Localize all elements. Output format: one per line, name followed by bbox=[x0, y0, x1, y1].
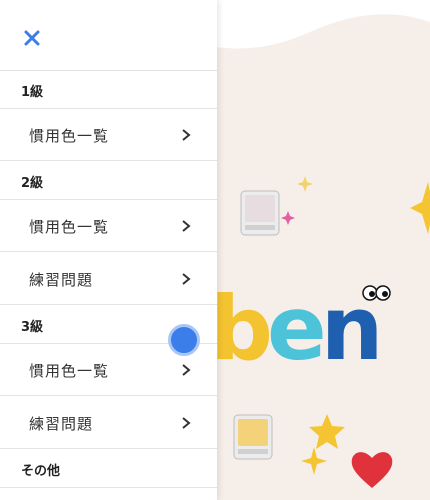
close-icon bbox=[24, 30, 40, 46]
chevron-right-icon bbox=[182, 417, 191, 429]
chevron-right-icon bbox=[182, 364, 191, 376]
menu-item-grade1-color-list[interactable]: 慣用色一覧 bbox=[0, 109, 217, 161]
chevron-right-icon bbox=[182, 273, 191, 285]
menu-item-grade3-practice[interactable]: 練習問題 bbox=[0, 397, 217, 449]
logo-letters: ben bbox=[210, 277, 383, 380]
menu-item-label: 練習問題 bbox=[29, 271, 94, 289]
chevron-right-icon bbox=[182, 220, 191, 232]
section-heading-label: 2級 bbox=[21, 176, 44, 191]
menu-item-label: 慣用色一覧 bbox=[29, 362, 110, 380]
chevron-right-icon bbox=[182, 129, 191, 141]
heart-icon bbox=[351, 452, 393, 488]
side-drawer: 1級 慣用色一覧 2級 慣用色一覧 練習問題 3級 慣用色一覧 練習問題 その他 bbox=[0, 0, 217, 500]
sparkle-icon bbox=[281, 211, 295, 225]
section-heading-label: その他 bbox=[21, 464, 61, 479]
menu-item-grade2-color-list[interactable]: 慣用色一覧 bbox=[0, 200, 217, 252]
close-button[interactable] bbox=[21, 27, 43, 49]
section-heading-grade2: 2級 bbox=[0, 162, 217, 200]
star-icon bbox=[410, 182, 430, 234]
color-chip-card bbox=[240, 190, 280, 236]
touch-indicator[interactable] bbox=[168, 324, 200, 356]
eyes-icon bbox=[362, 285, 391, 301]
menu-item-grade2-practice[interactable]: 練習問題 bbox=[0, 253, 217, 305]
menu-item-label: 慣用色一覧 bbox=[29, 127, 110, 145]
color-chip-card bbox=[233, 414, 273, 460]
sparkle-icon bbox=[301, 447, 327, 475]
menu-item-label: 慣用色一覧 bbox=[29, 218, 110, 236]
section-heading-label: 3級 bbox=[21, 320, 44, 335]
section-heading-other: その他 bbox=[0, 450, 217, 488]
section-heading-label: 1級 bbox=[21, 85, 44, 100]
menu-item-label: 練習問題 bbox=[29, 415, 94, 433]
sparkle-icon bbox=[297, 176, 313, 192]
section-heading-grade1: 1級 bbox=[0, 71, 217, 109]
